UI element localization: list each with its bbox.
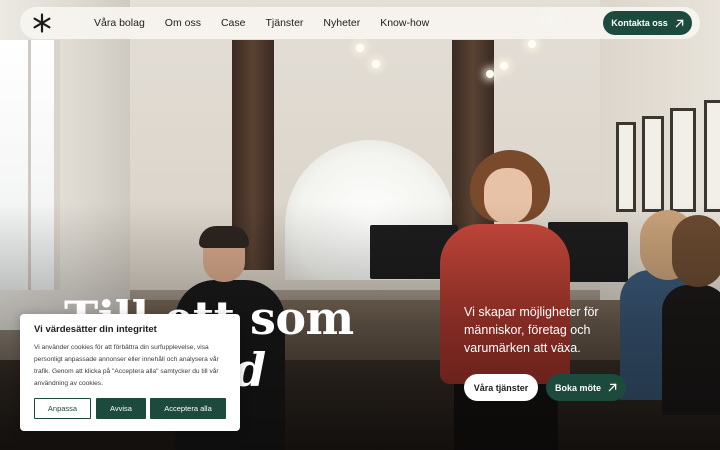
arrow-up-right-icon	[675, 19, 684, 28]
cookie-consent-dialog: Vi värdesätter din integritet Vi använde…	[20, 314, 240, 431]
services-button-label: Våra tjänster	[473, 382, 529, 393]
nav-link-om-oss[interactable]: Om oss	[165, 17, 201, 29]
nav-link-vara-bolag[interactable]: Våra bolag	[94, 17, 145, 29]
contact-button[interactable]: Kontakta oss	[603, 11, 692, 35]
cookie-adjust-button[interactable]: Anpassa	[34, 398, 91, 419]
cookie-deny-button[interactable]: Avvisa	[96, 398, 146, 419]
nav-links: Våra bolag Om oss Case Tjänster Nyheter …	[94, 7, 449, 39]
cookie-accept-all-button[interactable]: Acceptera alla	[150, 398, 226, 419]
top-navigation-bar: Våra bolag Om oss Case Tjänster Nyheter …	[20, 7, 700, 39]
nav-link-know-how[interactable]: Know-how	[380, 17, 429, 29]
arrow-up-right-icon	[608, 383, 617, 392]
cookie-dialog-title: Vi värdesätter din integritet	[34, 324, 157, 335]
book-meeting-button[interactable]: Boka möte	[546, 374, 626, 401]
services-button[interactable]: Våra tjänster	[464, 374, 538, 401]
asterisk-logo-icon[interactable]	[32, 13, 52, 33]
contact-button-label: Kontakta oss	[611, 18, 668, 28]
nav-link-case[interactable]: Case	[221, 17, 246, 29]
book-meeting-button-label: Boka möte	[554, 382, 601, 393]
cookie-dialog-text: Vi använder cookies för att förbättra di…	[34, 344, 219, 387]
nav-link-nyheter[interactable]: Nyheter	[323, 17, 360, 29]
nav-link-tjanster[interactable]: Tjänster	[265, 17, 303, 29]
hero-tagline: Vi skapar möjligheter för människor, för…	[464, 305, 599, 355]
